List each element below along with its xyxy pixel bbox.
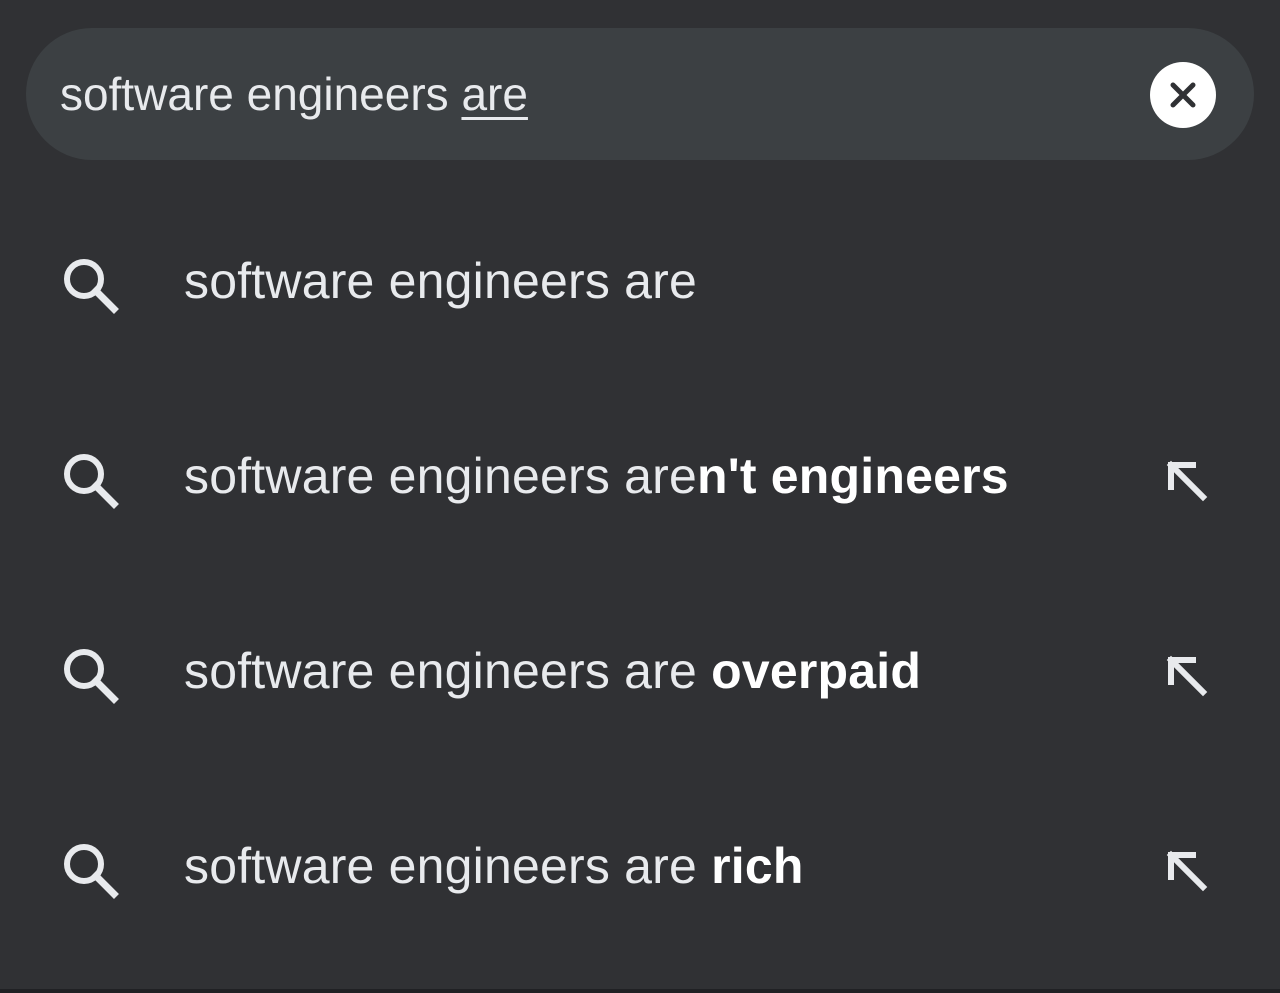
search-query-text: software engineers — [60, 68, 462, 120]
search-icon — [64, 649, 119, 704]
clear-search-button[interactable] — [1150, 62, 1216, 128]
search-query-composing: are — [461, 68, 528, 120]
close-icon — [1170, 82, 1196, 108]
fill-query-button[interactable] — [1152, 836, 1222, 906]
fill-query-button[interactable] — [1152, 641, 1222, 711]
suggestion-label: software engineers are rich — [184, 838, 804, 894]
suggestion-list: software engineers are software engineer… — [0, 183, 1280, 963]
search-input[interactable]: software engineers are — [60, 68, 528, 120]
suggestion-label: software engineers are overpaid — [184, 643, 922, 699]
search-icon — [64, 844, 119, 899]
search-box[interactable]: software engineers are — [26, 28, 1254, 160]
search-icon — [64, 259, 119, 314]
arrow-up-left-icon — [1166, 850, 1208, 892]
suggestion-item[interactable]: software engineers are — [0, 183, 1280, 378]
suggestion-item[interactable]: software engineers are rich — [0, 768, 1280, 963]
fill-query-button[interactable] — [1152, 446, 1222, 516]
suggestion-label: software engineers are — [184, 253, 698, 309]
suggestion-label: software engineers aren't engineers — [184, 448, 1009, 504]
arrow-up-left-icon — [1166, 655, 1208, 697]
arrow-up-left-icon — [1166, 460, 1208, 502]
suggestion-item[interactable]: software engineers are overpaid — [0, 573, 1280, 768]
suggestion-item[interactable]: software engineers aren't engineers — [0, 378, 1280, 573]
search-icon — [64, 454, 119, 509]
bottom-edge — [0, 989, 1280, 993]
